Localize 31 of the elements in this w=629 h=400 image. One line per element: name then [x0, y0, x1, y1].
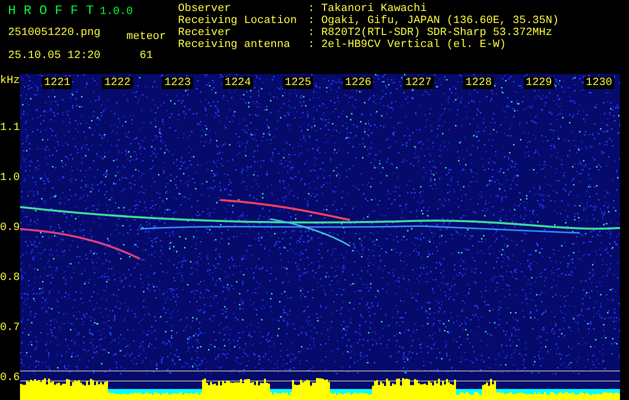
app-name: H R O F F T [8, 3, 94, 18]
meteor-count: 61 [140, 49, 153, 64]
time-label: 1228 [463, 77, 494, 89]
unit-label: kHz [0, 74, 20, 89]
counter-label: meteor [126, 30, 166, 45]
date-time: 25.10.05 12:20 [8, 49, 100, 64]
info-value: : 2el-HB9CV Vertical (el. E-W) [308, 39, 506, 51]
frequency-label: 0.6 [0, 372, 20, 384]
time-label: 1223 [162, 77, 193, 89]
info-value: : Takanori Kawachi [308, 3, 427, 15]
time-label: 1225 [282, 77, 314, 89]
info-value: : R820T2(RTL-SDR) SDR-Sharp 53.372MHz [308, 27, 552, 39]
app-version: 1.0.0 [100, 5, 133, 20]
frequency-label: 0.7 [0, 322, 20, 334]
frequency-label: 0.8 [0, 272, 20, 284]
time-label: 1222 [102, 77, 133, 89]
frequency-label: 1.1 [0, 122, 20, 134]
time-label: 1230 [584, 77, 614, 89]
frequency-label: 1.0 [0, 172, 20, 184]
time-label: 1221 [42, 77, 72, 89]
info-label: Receiving antenna [178, 39, 292, 51]
file-name: 2510051220.png [8, 26, 100, 41]
info-value: : Ogaki, Gifu, JAPAN (136.60E, 35.35N) [308, 15, 559, 27]
time-label: 1229 [524, 77, 554, 89]
info-label: Observer [178, 3, 232, 15]
info-label: Receiving Location [178, 15, 298, 27]
time-label: 1226 [343, 77, 374, 89]
info-label: Receiver [178, 27, 232, 39]
time-label: 1227 [403, 77, 434, 89]
frequency-label: 0.9 [0, 222, 20, 234]
time-label: 1224 [222, 77, 253, 89]
